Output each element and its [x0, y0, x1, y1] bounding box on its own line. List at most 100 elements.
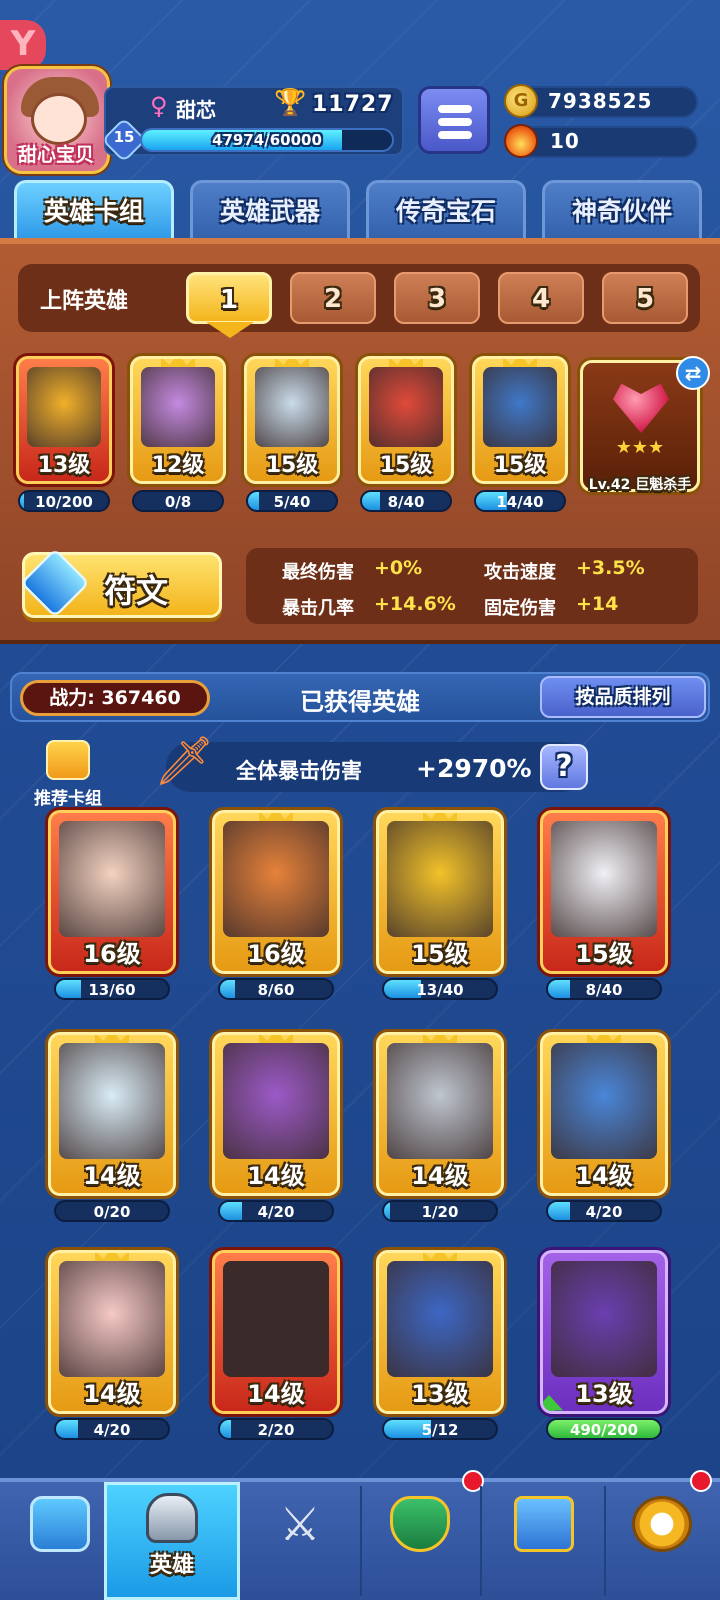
hero-progress: 2/20: [257, 1421, 295, 1439]
lineup-slot-1[interactable]: 1: [186, 272, 272, 324]
avatar-title: 甜心宝贝: [17, 144, 94, 166]
knight-helmet-icon: [146, 1493, 198, 1543]
guild-banner-icon: [514, 1496, 574, 1552]
hero-progress: 14/40: [496, 493, 544, 511]
nav-ranking[interactable]: [360, 1482, 480, 1600]
lineup-hero-card[interactable]: 12级: [130, 356, 226, 484]
lineup-slot-4[interactable]: 4: [498, 272, 584, 324]
owned-hero-card[interactable]: 15级: [376, 810, 504, 974]
hero-progress-bar: 8/40: [360, 490, 452, 512]
hero-level: 15级: [411, 940, 469, 968]
energy-amount: 10: [550, 129, 580, 153]
nav-explore[interactable]: [604, 1482, 720, 1600]
stat-name: 暴击几率: [282, 598, 354, 619]
hero-progress-bar: 13/40: [382, 978, 498, 1000]
crit-damage-value: +2970%: [416, 754, 532, 783]
hero-progress-bar: 8/60: [218, 978, 334, 1000]
stat-value: +14.6%: [374, 593, 456, 615]
owned-heroes-title: 已获得英雄: [300, 688, 420, 716]
lineup-slot-2[interactable]: 2: [290, 272, 376, 324]
card-deck-icon: [46, 740, 90, 780]
menu-button[interactable]: [418, 86, 490, 154]
rune-label: 符文: [104, 572, 169, 610]
notification-badge: [690, 1470, 712, 1492]
sort-by-quality-button[interactable]: 按品质排列: [540, 676, 706, 718]
nav-battle[interactable]: ⚔: [240, 1482, 360, 1600]
treasure-chest-icon: [30, 1496, 90, 1552]
hero-progress: 13/60: [88, 981, 136, 999]
lineup-slot-5[interactable]: 5: [602, 272, 688, 324]
hero-level: 14级: [575, 1162, 633, 1190]
owned-hero-card[interactable]: 16级: [48, 810, 176, 974]
player-name: 甜芯: [176, 98, 216, 122]
app-logo: Y: [0, 20, 46, 70]
swap-icon[interactable]: ⇄: [676, 356, 710, 390]
nav-guild[interactable]: [484, 1482, 604, 1600]
hero-progress-bar: 8/40: [546, 978, 662, 1000]
owned-hero-card[interactable]: 13级: [376, 1250, 504, 1414]
hero-level: 15级: [493, 453, 547, 478]
xp-bar: 47974/60000: [140, 128, 394, 152]
owned-hero-card[interactable]: 14级: [212, 1032, 340, 1196]
stat-name: 固定伤害: [484, 598, 556, 619]
tab-hero-weapons[interactable]: 英雄武器: [190, 180, 350, 238]
tab-hero-deck[interactable]: 英雄卡组: [14, 180, 174, 238]
hero-progress: 10/200: [35, 493, 93, 511]
nav-heroes[interactable]: 英雄: [104, 1482, 240, 1600]
owned-hero-card[interactable]: 15级: [540, 810, 668, 974]
relic-stars: ★★★: [615, 437, 665, 458]
hero-level: 14级: [83, 1162, 141, 1190]
hero-progress: 8/40: [387, 493, 425, 511]
stat-value: +3.5%: [576, 557, 645, 579]
hero-screen: Y 甜心宝贝 ♀ 甜芯 🏆 11727 15 47974/60000 G 793…: [0, 0, 720, 1600]
hero-progress-bar: 5/12: [382, 1418, 498, 1440]
lineup-hero-card[interactable]: 15级: [244, 356, 340, 484]
recommended-deck-button[interactable]: 推荐卡组: [24, 740, 112, 809]
hero-progress-bar: 1/20: [382, 1200, 498, 1222]
hero-progress-bar: 4/20: [218, 1200, 334, 1222]
heart-gem-icon: [613, 383, 669, 433]
owned-hero-card[interactable]: 14级: [48, 1032, 176, 1196]
hero-level: 14级: [83, 1380, 141, 1408]
trophy-icon: 🏆: [274, 88, 307, 118]
hero-portrait: [387, 1261, 493, 1377]
owned-hero-card[interactable]: 14级: [540, 1032, 668, 1196]
hero-portrait: [387, 821, 493, 937]
nav-treasure[interactable]: [0, 1482, 120, 1600]
hero-portrait: [223, 1261, 329, 1377]
hero-progress-bar: 5/40: [246, 490, 338, 512]
hero-portrait: [59, 821, 165, 937]
tab-legendary-gems[interactable]: 传奇宝石: [366, 180, 526, 238]
hero-progress-bar: 2/20: [218, 1418, 334, 1440]
hero-progress-bar: 0/20: [54, 1200, 170, 1222]
hero-portrait: [59, 1261, 165, 1377]
hero-level: 14级: [247, 1380, 305, 1408]
hero-level: 15级: [379, 453, 433, 478]
lineup-hero-card[interactable]: 15级: [472, 356, 568, 484]
owned-hero-card[interactable]: 14级: [212, 1250, 340, 1414]
hero-portrait: [27, 367, 101, 447]
hero-level: 15级: [575, 940, 633, 968]
tab-magic-partners[interactable]: 神奇伙伴: [542, 180, 702, 238]
hero-portrait: [141, 367, 215, 447]
hero-portrait: [223, 821, 329, 937]
lineup-hero-card[interactable]: 13级: [16, 356, 112, 484]
combat-power: 战力: 367460: [20, 680, 210, 716]
hero-progress: 490/200: [569, 1421, 639, 1439]
lineup-slot-3[interactable]: 3: [394, 272, 480, 324]
help-button[interactable]: ?: [540, 744, 588, 790]
owned-hero-card[interactable]: 14级: [376, 1032, 504, 1196]
owned-hero-card[interactable]: 13级: [540, 1250, 668, 1414]
stat-name: 攻击速度: [484, 562, 556, 583]
relic-label: Lv.42 巨魁杀手: [588, 477, 692, 493]
female-icon: ♀: [150, 92, 168, 120]
gold-coin-icon: G: [504, 84, 538, 118]
stat-value: +14: [576, 593, 619, 615]
hero-level: 14级: [411, 1162, 469, 1190]
trophy-count: 11727: [312, 92, 394, 117]
hero-progress: 8/60: [257, 981, 295, 999]
lineup-hero-card[interactable]: 15级: [358, 356, 454, 484]
owned-hero-card[interactable]: 14级: [48, 1250, 176, 1414]
owned-hero-card[interactable]: 16级: [212, 810, 340, 974]
energy-bar: [512, 126, 698, 158]
